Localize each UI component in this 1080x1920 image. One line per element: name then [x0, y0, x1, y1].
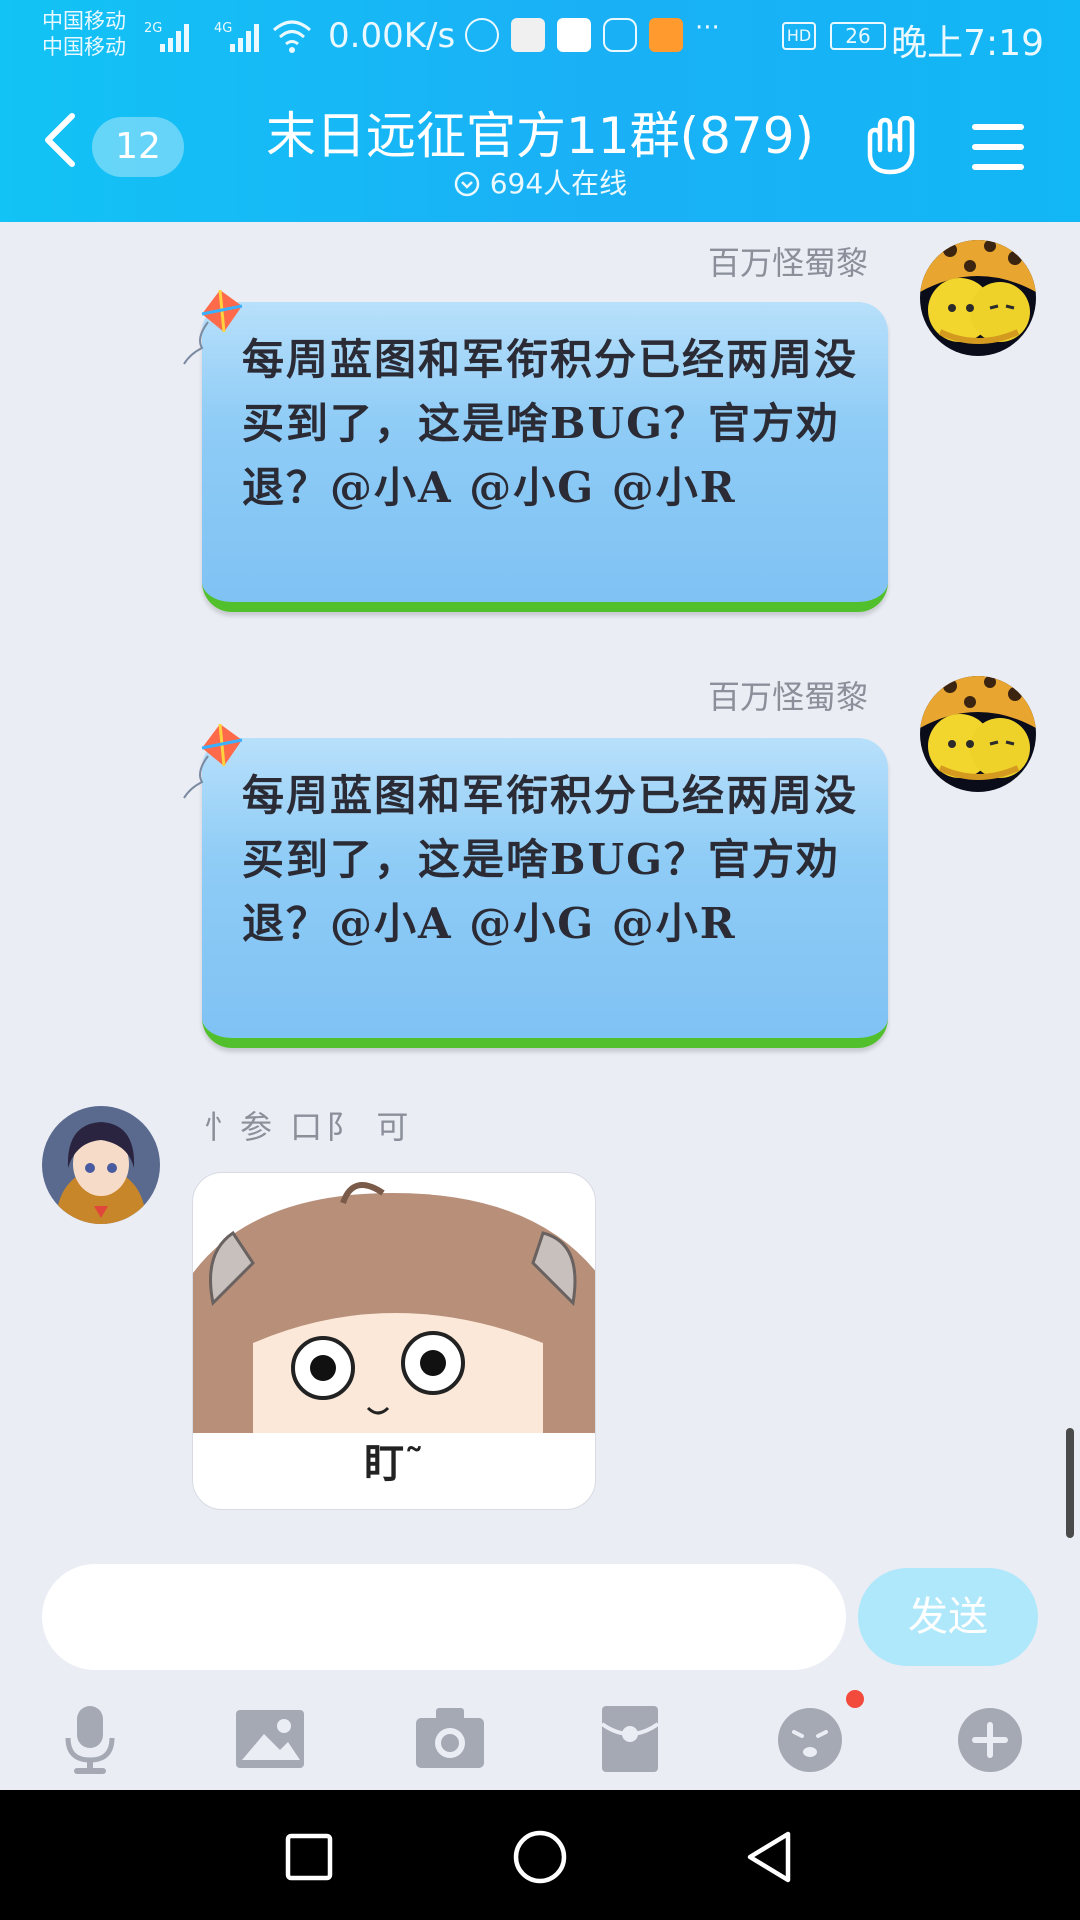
play-app-icon	[649, 18, 683, 52]
menu-button[interactable]	[970, 120, 1026, 174]
scrollbar[interactable]	[1066, 1428, 1074, 1538]
sticker-caption: 盯˜	[364, 1441, 424, 1487]
hd-badge: HD	[782, 22, 816, 50]
chevron-circle-icon	[454, 171, 480, 197]
notification-icons: ···	[465, 13, 735, 52]
nav-back-icon	[747, 1831, 791, 1883]
red-packet-icon	[600, 1706, 660, 1772]
nav-home-icon	[513, 1830, 567, 1884]
anime-girl-avatar-icon	[42, 1106, 160, 1224]
image-button[interactable]	[230, 1698, 310, 1778]
voice-button[interactable]	[50, 1698, 130, 1778]
red-packet-button[interactable]	[590, 1698, 670, 1778]
wifi-icon	[272, 18, 312, 53]
net-4g-label: 4G	[214, 21, 232, 36]
carrier-2: 中国移动	[42, 35, 126, 59]
input-bar: 发送	[0, 1540, 1080, 1790]
hand-gesture-icon	[867, 115, 915, 175]
message-input[interactable]	[42, 1564, 846, 1670]
avatar[interactable]	[920, 240, 1036, 356]
hand-gesture-button[interactable]	[860, 115, 920, 176]
microphone-icon	[65, 1706, 115, 1774]
menu-icon	[972, 124, 1024, 170]
message-text: 每周蓝图和军衔积分已经两周没买到了，这是啥BUG？官方劝退？@小A @小G @小…	[242, 335, 859, 512]
more-notifications-icon: ···	[695, 13, 720, 43]
camera-icon	[416, 1708, 484, 1768]
sender-name: 百万怪蜀黎	[707, 678, 868, 716]
online-count: 694人在线	[489, 167, 628, 200]
camera-button[interactable]	[410, 1698, 490, 1778]
hand-app-icon	[603, 18, 637, 52]
home-button[interactable]	[505, 1822, 575, 1892]
kite-decoration-icon	[180, 288, 250, 368]
message-text: 每周蓝图和军衔积分已经两周没买到了，这是啥BUG？官方劝退？@小A @小G @小…	[242, 771, 859, 948]
battery-icon: 26	[830, 22, 886, 50]
emoji-button[interactable]	[770, 1698, 850, 1778]
plus-icon	[958, 1708, 1022, 1772]
sender-name: 忄参 口阝 可	[204, 1108, 413, 1146]
sticker-message[interactable]: 盯˜	[192, 1172, 596, 1510]
recent-apps-button[interactable]	[274, 1822, 344, 1892]
status-bar: 中国移动 中国移动 2G 4G 0.00K/s ··· HD 26 晚上7:19	[0, 0, 1080, 72]
clock: 晚上7:19	[891, 23, 1044, 64]
network-speed: 0.00K/s	[328, 16, 456, 56]
back-nav-button[interactable]	[734, 1822, 804, 1892]
avatar[interactable]	[920, 676, 1036, 792]
notification-dot	[846, 1690, 864, 1708]
leopard-hat-emoji-avatar-icon	[920, 676, 1036, 792]
app-notification-icon	[511, 18, 545, 52]
staring-girl-sticker-icon	[193, 1182, 595, 1433]
kite-decoration-icon	[180, 722, 250, 802]
signal-4g-icon: 4G	[212, 20, 266, 54]
nav-recent-icon	[285, 1833, 333, 1881]
image-icon	[236, 1710, 304, 1768]
missed-call-icon	[465, 18, 499, 52]
sender-name: 百万怪蜀黎	[707, 244, 868, 282]
message-bubble[interactable]: 每周蓝图和军衔积分已经两周没买到了，这是啥BUG？官方劝退？@小A @小G @小…	[202, 302, 888, 612]
carrier-labels: 中国移动 中国移动	[42, 8, 126, 60]
more-button[interactable]	[950, 1698, 1030, 1778]
chat-header: 中国移动 中国移动 2G 4G 0.00K/s ··· HD 26 晚上7:19…	[0, 0, 1080, 222]
emoji-icon	[778, 1708, 842, 1772]
message-bubble[interactable]: 每周蓝图和军衔积分已经两周没买到了，这是啥BUG？官方劝退？@小A @小G @小…	[202, 738, 888, 1048]
net-2g-label: 2G	[144, 21, 162, 36]
avatar[interactable]	[42, 1106, 160, 1224]
leopard-hat-emoji-avatar-icon	[920, 240, 1036, 356]
carrier-1: 中国移动	[42, 9, 126, 33]
video-app-icon	[557, 18, 591, 52]
send-button[interactable]: 发送	[858, 1568, 1038, 1666]
signal-2g-icon: 2G	[142, 20, 196, 54]
system-nav-bar	[0, 1790, 1080, 1920]
